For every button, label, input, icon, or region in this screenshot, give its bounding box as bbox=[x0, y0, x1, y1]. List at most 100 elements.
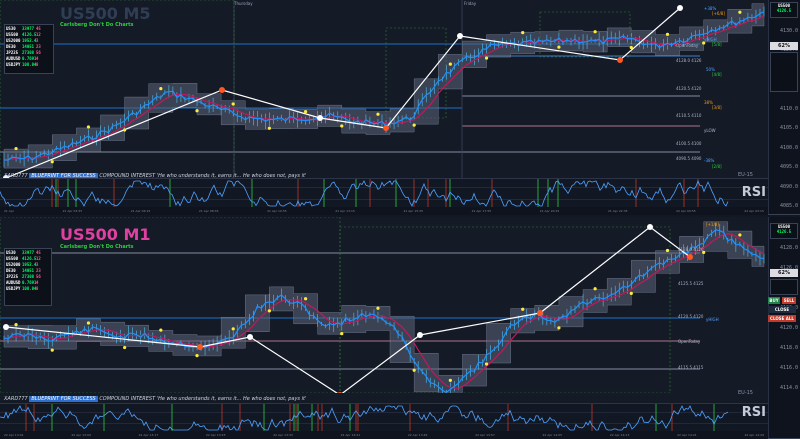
level-label-1: 4128.0 4126 bbox=[678, 247, 704, 252]
fib-label-yhigh: yHIGH bbox=[706, 317, 719, 322]
account-info-box bbox=[770, 279, 798, 295]
time-tick: 22 Apr 13:41 bbox=[340, 433, 361, 437]
level-label-4: 4100.5 4100 bbox=[676, 141, 702, 146]
zigzag-pivot bbox=[247, 334, 253, 340]
zigzag-pivot bbox=[219, 87, 225, 93]
fib-sub-6: [+6/8] bbox=[712, 11, 725, 16]
rsi-label: RSI bbox=[741, 405, 766, 420]
zigzag-pivot bbox=[383, 125, 389, 131]
rsi-line bbox=[0, 179, 729, 207]
signal-dot bbox=[303, 109, 308, 114]
fib-label-ylow: yLOW bbox=[704, 128, 716, 133]
chart-title: US500 M1 bbox=[60, 225, 151, 244]
signal-dot bbox=[738, 10, 742, 14]
side-price: 4126.5 bbox=[776, 229, 792, 234]
time-tick: 21 Apr 10:55 bbox=[267, 209, 287, 213]
level-label-2: 4120.5 4120 bbox=[676, 86, 702, 91]
time-tick: 22 Apr 13:25 bbox=[205, 433, 226, 437]
signal-dot bbox=[665, 32, 670, 36]
close-all-button[interactable]: CLOSE ALL bbox=[768, 315, 796, 322]
symbol-price-box: US500 4126.5 bbox=[770, 223, 798, 239]
signal-dot bbox=[376, 112, 380, 116]
time-tick: 21 Apr 17:55 bbox=[471, 209, 492, 213]
level-label-4: 4115.5 4115 bbox=[678, 365, 704, 370]
signal-dot bbox=[267, 126, 271, 130]
day-label-thursday: Thursday bbox=[234, 1, 253, 6]
zigzag-pivot bbox=[317, 115, 323, 121]
signal-dot bbox=[86, 125, 91, 129]
buy-button[interactable]: BUY bbox=[768, 297, 780, 304]
symbol-cell-v1: 108.04 bbox=[22, 286, 37, 291]
price-scale-m5[interactable]: 4135.04130.04125.04120.04115.04110.04105… bbox=[768, 0, 800, 214]
close-button[interactable]: CLOSE bbox=[768, 306, 796, 313]
scale-tick: 4090.0 bbox=[779, 183, 798, 190]
time-axis-m1: 22 Apr 13:01 22 Apr 13:09 22 Apr 13:17 22 A… bbox=[0, 431, 768, 439]
signal-dot bbox=[50, 348, 54, 352]
sell-button[interactable]: SELL bbox=[782, 297, 796, 304]
scale-tick: 4100.0 bbox=[779, 144, 798, 151]
scale-tick: 4095.0 bbox=[779, 164, 798, 170]
level-label-opentoday: OpenToday bbox=[676, 43, 699, 48]
price-scale-m1[interactable]: 4130.04128.04126.04124.04122.04120.04118… bbox=[768, 217, 800, 438]
chart-subtitle: Carlsberg Don't Do Charts bbox=[60, 244, 134, 250]
signal-dot bbox=[14, 146, 18, 151]
signal-dot bbox=[50, 160, 54, 164]
percent-badge: 62% bbox=[770, 269, 798, 277]
level-label-5: 4090.5 4090 bbox=[676, 156, 702, 161]
signal-dot bbox=[448, 378, 452, 382]
scale-tick: 4120.0 bbox=[779, 325, 798, 331]
fib-sub-2: [2/8] bbox=[712, 164, 722, 169]
time-tick: 22 Apr 13:01 bbox=[4, 433, 24, 437]
zigzag-pivot bbox=[3, 324, 9, 330]
time-tick: 22 Apr 03:15 bbox=[744, 209, 764, 213]
signal-dot bbox=[412, 123, 416, 127]
day-label-friday: Friday bbox=[464, 1, 477, 6]
symbol-row: USDJPY 108.04 8 bbox=[6, 62, 52, 68]
level-label-2: 4125.5 4125 bbox=[678, 281, 704, 286]
scale-tick: 4128.0 bbox=[779, 245, 798, 251]
footer-banner: XARD777 BLUEPRINT FOR SUCCESS COMPOUND I… bbox=[4, 396, 306, 402]
signal-dot bbox=[521, 307, 525, 311]
time-tick: 22 Apr 14:21 bbox=[677, 433, 697, 437]
zigzag-pivot bbox=[417, 332, 423, 338]
signal-dot bbox=[629, 291, 633, 295]
scale-tick: 4116.0 bbox=[779, 365, 798, 371]
time-tick: 21 Apr 03:55 bbox=[62, 209, 83, 213]
scale-tick: 4085.0 bbox=[779, 203, 798, 209]
timeframe-label: EU-15 bbox=[738, 172, 753, 178]
signal-dot bbox=[738, 233, 742, 237]
time-tick: 21 Apr 06:15 bbox=[130, 209, 151, 213]
time-tick: 22 Apr 13:33 bbox=[273, 433, 293, 437]
scale-tick: 4110.0 bbox=[779, 105, 798, 112]
symbol-cell-v2: 8 bbox=[36, 62, 39, 67]
signal-dot bbox=[593, 30, 597, 34]
chart-panel-m5[interactable]: Thursday Friday US500 M5 Carlsberg Don't… bbox=[0, 0, 800, 215]
scale-tick: 4118.0 bbox=[779, 345, 798, 351]
time-tick: 21 Apr 13:15 bbox=[335, 209, 355, 213]
zigzag-pivot bbox=[687, 254, 693, 260]
signal-dot bbox=[484, 56, 489, 60]
signal-dot bbox=[557, 45, 561, 49]
footer-prefix: XARD777 bbox=[4, 396, 28, 402]
signal-dot bbox=[123, 345, 127, 350]
time-axis-m5: 21 Apr 21 Apr 03:55 21 Apr 06:15 21 Apr 08:… bbox=[0, 207, 768, 215]
level-label-1: 4128.0 4126 bbox=[676, 58, 702, 63]
zigzag-pivot bbox=[197, 344, 203, 350]
fib-sub-3: [3/8] bbox=[712, 105, 722, 110]
signal-dot bbox=[303, 297, 308, 301]
signal-dot bbox=[557, 326, 561, 330]
signal-dot bbox=[629, 45, 633, 50]
signal-dot bbox=[593, 287, 597, 291]
rsi-pane-m1[interactable] bbox=[0, 403, 768, 432]
level-label-3: 4110.5 4110 bbox=[676, 113, 702, 118]
time-tick: 21 Apr 08:35 bbox=[198, 209, 219, 213]
rsi-chart-m1 bbox=[0, 404, 768, 432]
signal-dot bbox=[448, 62, 452, 66]
symbol-table: US30 33977 45 US500 4126.5 12 US2000 1952.4 3 DE3… bbox=[4, 24, 54, 74]
time-tick: 22 Apr 13:57 bbox=[475, 433, 495, 437]
fib-label-opentoday: OpenToday bbox=[678, 339, 701, 344]
time-tick: 22 Apr 13:09 bbox=[71, 433, 91, 437]
time-tick: 22 Apr 14:13 bbox=[609, 433, 630, 437]
signal-dot bbox=[665, 248, 670, 253]
symbol-row: USDJPY 108.04 8 bbox=[6, 286, 50, 292]
